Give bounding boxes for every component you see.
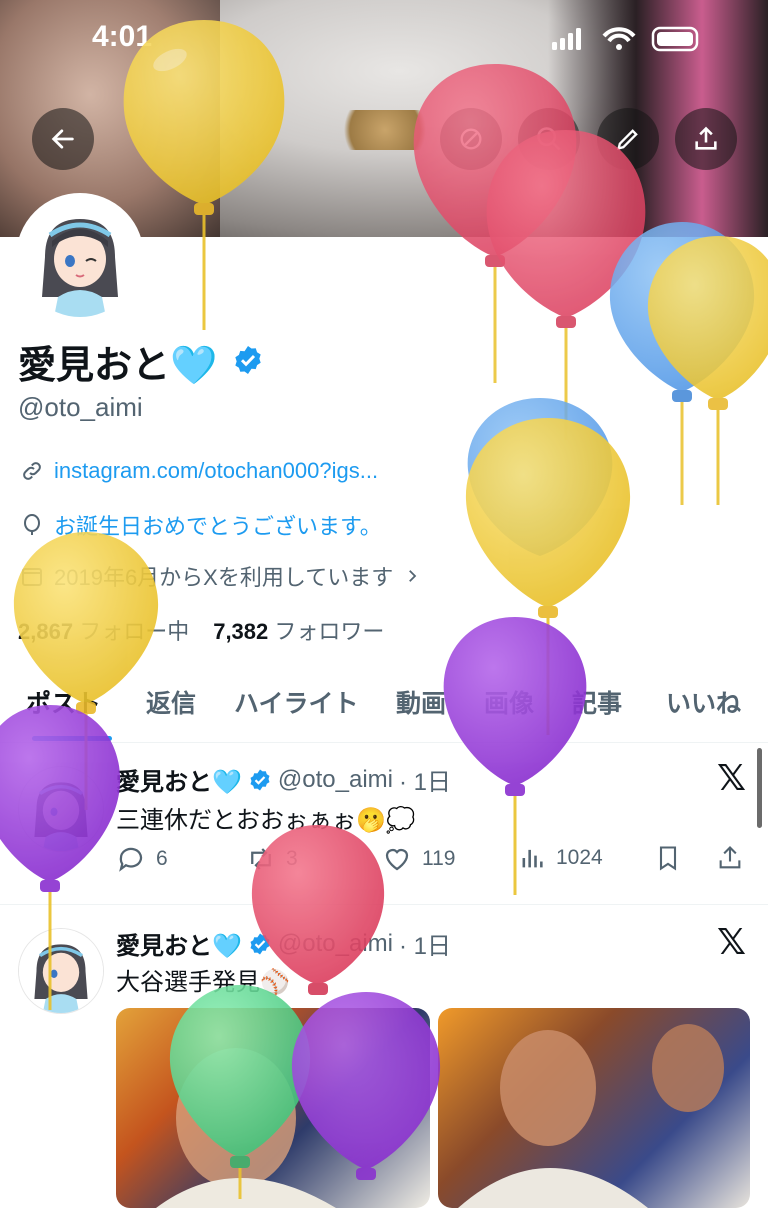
- status-time: 4:01: [92, 20, 153, 53]
- like-button[interactable]: 119: [382, 844, 455, 874]
- views-icon: [522, 849, 543, 868]
- x-logo-icon[interactable]: 𝕏: [717, 922, 746, 963]
- tab-articles[interactable]: 記事: [572, 684, 622, 720]
- chevron-right-icon: [409, 570, 417, 582]
- tweet-author-handle[interactable]: @oto_aimi: [278, 766, 393, 794]
- search-button[interactable]: [518, 108, 580, 170]
- joined-text: 2019年6月からXを利用しています: [54, 565, 394, 590]
- calendar-icon: [22, 568, 42, 586]
- x-logo-icon[interactable]: 𝕏: [717, 758, 746, 799]
- tweet[interactable]: 愛見おと🩵 @oto_aimi · 1日 𝕏 大谷選手発見⚾️: [0, 906, 768, 1208]
- balloon: [647, 236, 768, 505]
- tweet-author-name[interactable]: 愛見おと🩵: [116, 762, 242, 797]
- profile-avatar[interactable]: [16, 193, 144, 321]
- followers-label: フォロワー: [274, 619, 385, 644]
- balloon: [467, 398, 613, 556]
- edit-button[interactable]: [597, 108, 659, 170]
- retweet-count: 3: [286, 847, 298, 870]
- tweet-text: 大谷選手発見⚾️: [116, 969, 290, 996]
- tab-replies[interactable]: 返信: [146, 684, 196, 720]
- tweet-author-handle[interactable]: @oto_aimi: [278, 930, 393, 958]
- display-name: 愛見おと🩵: [18, 345, 218, 387]
- tweet-avatar[interactable]: [18, 766, 104, 852]
- tab-videos[interactable]: 動画: [396, 684, 446, 720]
- tweet[interactable]: 愛見おと🩵 @oto_aimi · 1日 𝕏 三連休だとおおぉぁぉ🫢💭 6 3 …: [0, 744, 768, 905]
- tab-likes[interactable]: いいね: [666, 684, 741, 720]
- following-label: フォロー中: [79, 619, 190, 644]
- birthday-text: お誕生日おめでとうございます。: [54, 514, 382, 539]
- birthday-row: お誕生日おめでとうございます。: [20, 509, 382, 541]
- bookmark-button[interactable]: [654, 844, 682, 872]
- profile-tabs: ポスト 返信 ハイライト 動画 画像 記事 いいね: [0, 676, 768, 743]
- back-arrow-icon: [51, 129, 74, 149]
- share-button[interactable]: [675, 108, 737, 170]
- tab-highlights[interactable]: ハイライト: [234, 684, 359, 720]
- retweet-button[interactable]: 3: [246, 844, 298, 874]
- grok-icon: [460, 128, 482, 150]
- search-icon: [537, 127, 561, 151]
- following-count: 2,867: [18, 619, 74, 644]
- following-link[interactable]: 2,867 フォロー中: [18, 614, 189, 646]
- joined-row[interactable]: 2019年6月からXを利用しています: [20, 560, 421, 592]
- verified-badge-icon: [235, 346, 261, 374]
- tweet-share-button[interactable]: [716, 844, 744, 872]
- retweet-icon: [251, 848, 271, 870]
- active-tab-indicator: [32, 736, 112, 741]
- reply-count: 6: [156, 847, 168, 870]
- view-count: 1024: [556, 846, 603, 869]
- profile-link-row[interactable]: instagram.com/otochan000?igs...: [20, 458, 378, 484]
- avatar-illustration: [20, 197, 140, 317]
- tweet-text: 三連休だとおおぉぁぉ🫢💭: [116, 807, 416, 834]
- edit-pencil-icon: [617, 129, 638, 150]
- share-icon: [719, 846, 741, 869]
- tab-posts[interactable]: ポスト: [26, 684, 101, 720]
- like-icon: [385, 848, 409, 871]
- tweet-image[interactable]: [438, 1008, 750, 1208]
- grok-button[interactable]: [440, 108, 502, 170]
- reply-icon: [119, 847, 143, 872]
- followers-count: 7,382: [213, 619, 269, 644]
- link-icon: [23, 462, 41, 480]
- bookmark-icon: [659, 846, 677, 871]
- tweet-avatar[interactable]: [18, 928, 104, 1014]
- tweet-author-name[interactable]: 愛見おと🩵: [116, 926, 242, 961]
- verified-badge-icon: [250, 933, 270, 954]
- follow-stats: 2,867 フォロー中 7,382 フォロワー: [18, 614, 384, 646]
- tweet-time[interactable]: · 1日: [399, 762, 451, 797]
- followers-link[interactable]: 7,382 フォロワー: [213, 614, 384, 646]
- views-button[interactable]: 1024: [518, 844, 603, 872]
- tweet-time[interactable]: · 1日: [399, 926, 451, 961]
- verified-badge-icon: [250, 769, 270, 790]
- balloon: [609, 222, 755, 505]
- like-count: 119: [422, 847, 456, 870]
- share-icon: [695, 126, 717, 150]
- back-button[interactable]: [32, 108, 94, 170]
- status-icons: [552, 26, 699, 52]
- profile-link[interactable]: instagram.com/otochan000?igs...: [54, 458, 378, 484]
- scrollbar[interactable]: [757, 748, 762, 828]
- tweet-image[interactable]: [116, 1008, 430, 1208]
- balloon-icon: [24, 514, 40, 535]
- profile-handle: @oto_aimi: [18, 392, 143, 422]
- tab-images[interactable]: 画像: [484, 684, 534, 720]
- tweet-actions: 6 3 119 1024: [116, 844, 756, 884]
- reply-button[interactable]: 6: [116, 844, 168, 874]
